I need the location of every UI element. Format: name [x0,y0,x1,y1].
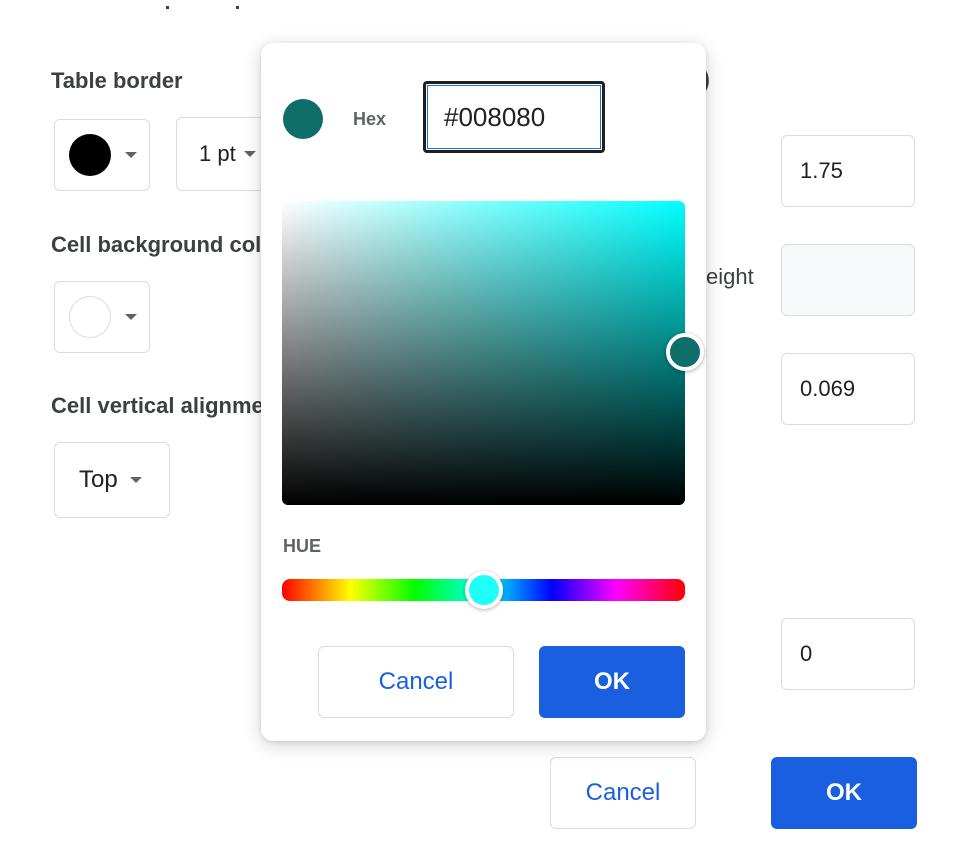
hue-slider-handle[interactable] [464,571,503,609]
cell-background-color-dropdown[interactable] [54,281,150,353]
saturation-brightness-area[interactable] [282,201,685,505]
selected-color-preview [283,99,323,139]
dialog-ok-button[interactable]: OK [771,757,917,829]
table-border-label: Table border [51,68,183,93]
table-border-color-dropdown[interactable] [54,119,150,191]
cell-padding-input[interactable]: 0.069 [781,353,915,425]
border-width-value: 1 pt [199,141,236,166]
partial-text-fragment [236,6,239,9]
chevron-down-icon [125,152,137,158]
field-1-input[interactable]: 1.75 [781,135,915,207]
hue-label: HUE [283,536,322,556]
row-height-input[interactable] [781,244,915,316]
picker-ok-button[interactable]: OK [539,646,685,718]
field-4-input[interactable]: 0 [781,618,915,690]
chevron-down-icon [129,477,142,483]
white-color-swatch-icon [69,296,111,338]
dialog-cancel-button[interactable]: Cancel [550,757,696,829]
cell-background-label: Cell background color [51,232,261,257]
hex-label: Hex [353,109,387,129]
color-picker-popup: Hex #008080 HUE Cancel OK [261,43,706,741]
cell-vertical-alignment-label: Cell vertical alignment [51,393,261,418]
vertical-alignment-dropdown[interactable]: Top [54,442,170,518]
chevron-down-icon [243,151,256,157]
partial-text-fragment [166,6,169,9]
chevron-down-icon [125,314,137,320]
vertical-alignment-value: Top [79,466,118,493]
row-height-label: eight [706,264,754,289]
saturation-brightness-handle[interactable] [666,333,704,371]
picker-cancel-button[interactable]: Cancel [318,646,514,718]
hex-input[interactable]: #008080 [423,81,605,153]
black-color-swatch-icon [69,134,111,176]
